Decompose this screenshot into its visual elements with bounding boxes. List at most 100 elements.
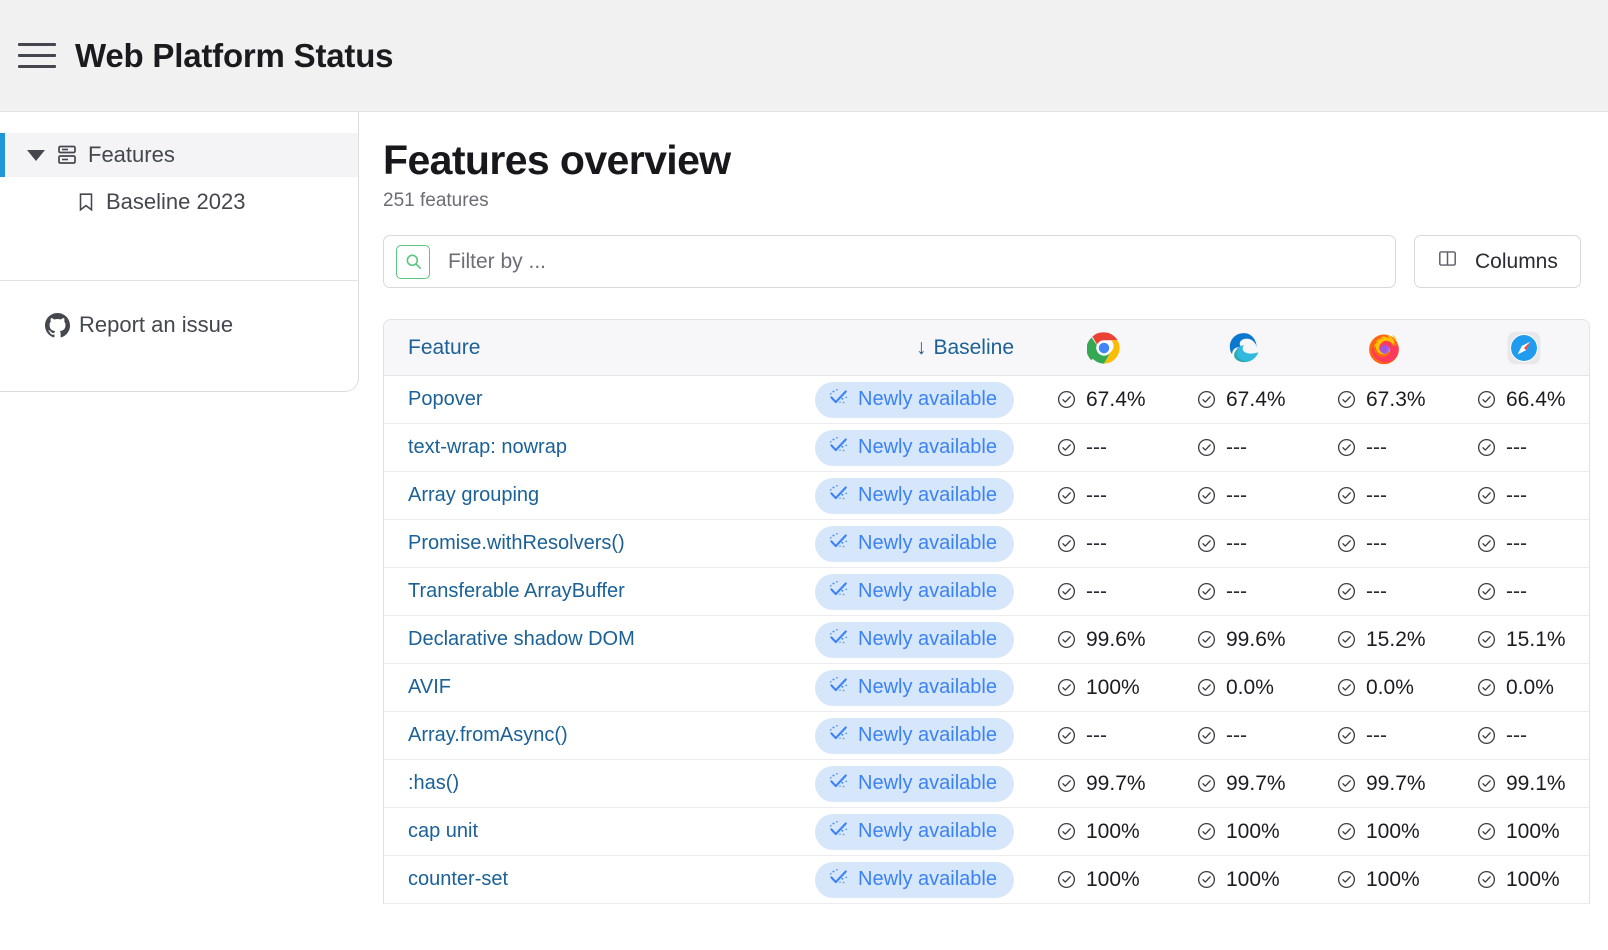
cell-baseline: Newly available bbox=[754, 670, 1034, 706]
table-row[interactable]: :has() Newly available bbox=[384, 760, 1589, 808]
cell-value: --- bbox=[1086, 484, 1152, 508]
check-circle-icon bbox=[1196, 629, 1217, 650]
cell-firefox: --- bbox=[1314, 532, 1454, 556]
check-circle-icon bbox=[1336, 725, 1357, 746]
sidebar-item-features[interactable]: Features bbox=[0, 133, 358, 177]
column-header-edge[interactable] bbox=[1174, 331, 1314, 365]
feature-link[interactable]: :has() bbox=[408, 772, 459, 794]
sidebar-item-baseline-2023[interactable]: Baseline 2023 bbox=[0, 181, 358, 223]
cell-feature: Array.fromAsync() bbox=[384, 724, 754, 747]
check-circle-icon bbox=[1336, 389, 1357, 410]
table-body: Popover Newly available bbox=[384, 376, 1589, 904]
check-circle-icon bbox=[1196, 581, 1217, 602]
cell-chrome: 100% bbox=[1034, 676, 1174, 700]
cell-edge: --- bbox=[1174, 532, 1314, 556]
feature-link[interactable]: Array.fromAsync() bbox=[408, 724, 568, 746]
check-circle-icon bbox=[1476, 389, 1497, 410]
feature-link[interactable]: AVIF bbox=[408, 676, 451, 698]
cell-edge: 100% bbox=[1174, 868, 1314, 892]
check-circle-icon bbox=[1476, 581, 1497, 602]
check-circle-icon bbox=[1336, 677, 1357, 698]
newly-available-icon bbox=[828, 723, 850, 749]
cell-feature: Promise.withResolvers() bbox=[384, 532, 754, 555]
columns-icon bbox=[1437, 248, 1458, 275]
table-row[interactable]: text-wrap: nowrap Newly availab bbox=[384, 424, 1589, 472]
table-row[interactable]: counter-set Newly available bbox=[384, 856, 1589, 904]
chevron-down-icon[interactable] bbox=[27, 150, 45, 161]
table-row[interactable]: Array.fromAsync() Newly availab bbox=[384, 712, 1589, 760]
check-circle-icon bbox=[1336, 581, 1357, 602]
column-header-feature[interactable]: Feature bbox=[384, 336, 754, 360]
check-circle-icon bbox=[1196, 437, 1217, 458]
column-header-chrome[interactable] bbox=[1034, 331, 1174, 365]
feature-link[interactable]: text-wrap: nowrap bbox=[408, 436, 567, 458]
feature-link[interactable]: Transferable ArrayBuffer bbox=[408, 580, 625, 602]
columns-button[interactable]: Columns bbox=[1414, 235, 1581, 288]
cell-value: --- bbox=[1506, 724, 1572, 748]
hamburger-icon[interactable] bbox=[10, 29, 64, 83]
status-badge: Newly available bbox=[815, 814, 1014, 850]
status-badge: Newly available bbox=[815, 574, 1014, 610]
cell-safari: 99.1% bbox=[1454, 772, 1590, 796]
search-input[interactable] bbox=[446, 249, 1383, 275]
check-circle-icon bbox=[1476, 869, 1497, 890]
cell-firefox: 67.3% bbox=[1314, 388, 1454, 412]
feature-link[interactable]: Array grouping bbox=[408, 484, 539, 506]
table-header-row: Feature ↓ Baseline bbox=[384, 320, 1589, 376]
cell-feature: counter-set bbox=[384, 868, 754, 891]
cell-firefox: 15.2% bbox=[1314, 628, 1454, 652]
cell-baseline: Newly available bbox=[754, 766, 1034, 802]
cell-value: --- bbox=[1366, 436, 1432, 460]
sidebar-divider bbox=[0, 280, 358, 281]
cell-firefox: 100% bbox=[1314, 820, 1454, 844]
cell-value: 15.1% bbox=[1506, 628, 1572, 652]
status-badge-label: Newly available bbox=[858, 580, 997, 603]
check-circle-icon bbox=[1056, 437, 1077, 458]
sidebar-item-report-an-issue[interactable]: Report an issue bbox=[0, 303, 358, 347]
safari-icon bbox=[1507, 331, 1541, 365]
table-row[interactable]: Array grouping Newly available bbox=[384, 472, 1589, 520]
search-box[interactable] bbox=[383, 235, 1396, 288]
cell-feature: Array grouping bbox=[384, 484, 754, 507]
status-badge-label: Newly available bbox=[858, 772, 997, 795]
feature-link[interactable]: Promise.withResolvers() bbox=[408, 532, 625, 554]
status-badge: Newly available bbox=[815, 766, 1014, 802]
cell-value: --- bbox=[1086, 724, 1152, 748]
status-badge: Newly available bbox=[815, 718, 1014, 754]
filter-row: Columns bbox=[383, 235, 1608, 288]
cell-chrome: --- bbox=[1034, 532, 1174, 556]
cell-feature: Popover bbox=[384, 388, 754, 411]
cell-value: --- bbox=[1226, 724, 1292, 748]
cell-value: --- bbox=[1226, 532, 1292, 556]
cell-value: 99.6% bbox=[1226, 628, 1292, 652]
table-row[interactable]: Promise.withResolvers() Newly a bbox=[384, 520, 1589, 568]
search-icon[interactable] bbox=[396, 245, 430, 279]
table-row[interactable]: cap unit Newly available bbox=[384, 808, 1589, 856]
feature-link[interactable]: counter-set bbox=[408, 868, 508, 890]
table-row[interactable]: Declarative shadow DOM Newly av bbox=[384, 616, 1589, 664]
cell-value: 99.7% bbox=[1226, 772, 1292, 796]
feature-link[interactable]: Declarative shadow DOM bbox=[408, 628, 635, 650]
feature-link[interactable]: Popover bbox=[408, 388, 483, 410]
check-circle-icon bbox=[1056, 485, 1077, 506]
cell-edge: 99.7% bbox=[1174, 772, 1314, 796]
cell-value: --- bbox=[1226, 580, 1292, 604]
check-circle-icon bbox=[1196, 869, 1217, 890]
column-header-baseline[interactable]: ↓ Baseline bbox=[754, 336, 1034, 360]
feature-link[interactable]: cap unit bbox=[408, 820, 478, 842]
status-badge-label: Newly available bbox=[858, 676, 997, 699]
cell-firefox: --- bbox=[1314, 724, 1454, 748]
column-header-firefox[interactable] bbox=[1314, 331, 1454, 365]
cell-safari: --- bbox=[1454, 436, 1590, 460]
table-row[interactable]: Popover Newly available bbox=[384, 376, 1589, 424]
table-row[interactable]: AVIF Newly available bbox=[384, 664, 1589, 712]
table-row[interactable]: Transferable ArrayBuffer Newly bbox=[384, 568, 1589, 616]
column-header-safari[interactable] bbox=[1454, 331, 1590, 365]
check-circle-icon bbox=[1476, 533, 1497, 554]
cell-feature: cap unit bbox=[384, 820, 754, 843]
check-circle-icon bbox=[1336, 533, 1357, 554]
cell-safari: --- bbox=[1454, 724, 1590, 748]
cell-value: --- bbox=[1506, 436, 1572, 460]
check-circle-icon bbox=[1196, 725, 1217, 746]
cell-baseline: Newly available bbox=[754, 430, 1034, 466]
